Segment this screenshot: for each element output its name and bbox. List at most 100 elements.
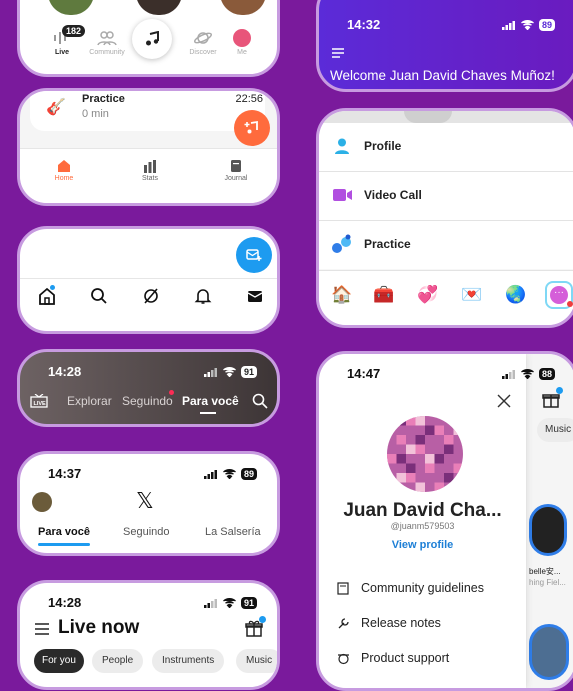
practice-app-card: 🎸 Practice 0 min 22:56 Home Stats Journa…	[17, 88, 280, 206]
nav-live[interactable]: 182 Live	[44, 25, 86, 56]
avatar[interactable]	[32, 492, 52, 512]
nav-me[interactable]: Me	[226, 29, 258, 56]
profile-drawer-card: Music belle安... hing Fiel... 14:47 Juan …	[316, 351, 573, 691]
close-button[interactable]	[497, 394, 511, 408]
more-button[interactable]: ···	[545, 281, 573, 309]
chip-music[interactable]: Music	[236, 649, 277, 673]
menu-label: Profile	[364, 139, 402, 153]
active-tab-indicator	[200, 412, 216, 414]
menu-item-profile[interactable]: Profile	[319, 123, 573, 172]
practice-time: 22:56	[235, 93, 263, 105]
messages-button[interactable]	[246, 287, 264, 305]
welcome-message: Welcome Juan David Chaves Muñoz!	[330, 68, 555, 83]
search-icon	[90, 287, 108, 305]
status-icons: 89	[501, 19, 555, 31]
status-time: 14:28	[48, 364, 82, 379]
search-button[interactable]	[90, 287, 108, 305]
globe-icon[interactable]: 🌏	[505, 285, 526, 305]
status-time: 14:47	[347, 366, 381, 381]
community-icon	[82, 29, 132, 49]
battery-indicator: 89	[538, 19, 555, 31]
nav-community[interactable]: Community	[82, 29, 132, 56]
battery-indicator: 89	[240, 468, 257, 480]
music-app-card: 182 Live Community Discover Me	[17, 0, 280, 77]
journal-icon	[216, 159, 256, 173]
tab-para-voce[interactable]: Para você	[182, 394, 239, 408]
profile-icon	[333, 137, 351, 155]
menu-item-community-guidelines[interactable]: Community guidelines	[337, 580, 522, 600]
search-button[interactable]	[252, 393, 268, 409]
page-title: Live now	[58, 617, 140, 638]
tab-seguindo[interactable]: Seguindo	[122, 394, 173, 408]
nav-discover[interactable]: Discover	[180, 29, 226, 56]
avatar[interactable]	[136, 0, 182, 15]
tab-seguindo[interactable]: Seguindo	[123, 526, 170, 538]
center-music-button[interactable]	[132, 19, 172, 59]
stats-icon	[132, 159, 168, 173]
menu-icon	[34, 622, 50, 636]
music-note-icon	[144, 31, 160, 47]
home-button[interactable]	[38, 285, 58, 307]
chip-instruments[interactable]: Instruments	[152, 649, 225, 673]
hamburger-menu-button[interactable]	[34, 622, 50, 636]
chip-people[interactable]: People	[92, 649, 144, 673]
signal-icon	[203, 598, 218, 608]
treasure-chest-icon[interactable]: 🧰	[373, 285, 394, 305]
unread-dot	[50, 285, 55, 290]
home-icon	[38, 287, 58, 305]
planet-icon	[180, 29, 226, 49]
status-icons: 91	[203, 597, 257, 609]
menu-card: Profile Video Call Practice 🏠 🧰 💞 💌 🌏 ··…	[316, 108, 573, 328]
menu-item-release-notes[interactable]: Release notes	[337, 615, 522, 635]
sheet-handle	[404, 111, 452, 123]
gift-button[interactable]	[245, 616, 266, 637]
tab-stats[interactable]: Stats	[132, 159, 168, 182]
gift-button[interactable]	[542, 387, 563, 408]
menu-button[interactable]	[331, 48, 345, 58]
hearts-icon[interactable]: 💞	[417, 285, 438, 305]
home-emoji-icon[interactable]: 🏠	[331, 285, 352, 305]
nav-label: Me	[237, 49, 247, 56]
menu-item-video-call[interactable]: Video Call	[319, 172, 573, 221]
x-nav-card	[17, 226, 280, 334]
avatar	[233, 29, 251, 47]
close-icon	[497, 394, 511, 408]
chip-for-you[interactable]: For you	[34, 649, 84, 673]
compose-message-button[interactable]	[236, 237, 272, 273]
x-logo: 𝕏	[136, 488, 154, 513]
tab-home[interactable]: Home	[46, 159, 82, 182]
tab-explorar[interactable]: Explorar	[67, 394, 112, 408]
support-icon	[337, 652, 350, 665]
tab-journal[interactable]: Journal	[216, 159, 256, 182]
grok-button[interactable]	[142, 287, 160, 305]
add-practice-button[interactable]	[234, 110, 270, 146]
notifications-button[interactable]	[194, 287, 212, 305]
menu-label: Video Call	[364, 188, 422, 202]
menu-item-product-support[interactable]: Product support	[337, 650, 522, 670]
chip-music[interactable]: Music	[537, 418, 573, 442]
welcome-card: 14:32 89 Welcome Juan David Chaves Muñoz…	[316, 0, 573, 92]
add-music-icon	[244, 120, 260, 136]
heart-message-icon[interactable]: 💌	[461, 285, 482, 305]
menu-label: Release notes	[361, 616, 441, 630]
menu-item-practice[interactable]: Practice	[319, 221, 573, 269]
tab-label: Stats	[142, 175, 158, 182]
avatar[interactable]	[220, 0, 266, 15]
new-message-icon	[246, 247, 262, 263]
avatar[interactable]	[48, 0, 94, 15]
svg-text:LIVE: LIVE	[34, 401, 47, 407]
tab-la-salseria[interactable]: La Salsería	[205, 526, 261, 538]
tab-para-voce[interactable]: Para você	[38, 526, 90, 538]
avatar[interactable]	[529, 504, 567, 556]
profile-avatar[interactable]	[387, 416, 463, 492]
profile-name: Juan David Cha...	[343, 500, 502, 521]
signal-icon	[203, 469, 218, 479]
view-profile-link[interactable]: View profile	[319, 539, 526, 551]
home-icon	[46, 159, 82, 173]
tab-label: Home	[54, 175, 74, 182]
avatar[interactable]	[529, 624, 569, 680]
practice-list-item[interactable]: 🎸 Practice 0 min 22:56	[30, 91, 265, 131]
notification-dot	[259, 616, 266, 623]
live-button[interactable]: LIVE	[30, 394, 48, 408]
x-header-card: 14:37 89 𝕏 Para você Seguindo La Salserí…	[17, 451, 280, 556]
